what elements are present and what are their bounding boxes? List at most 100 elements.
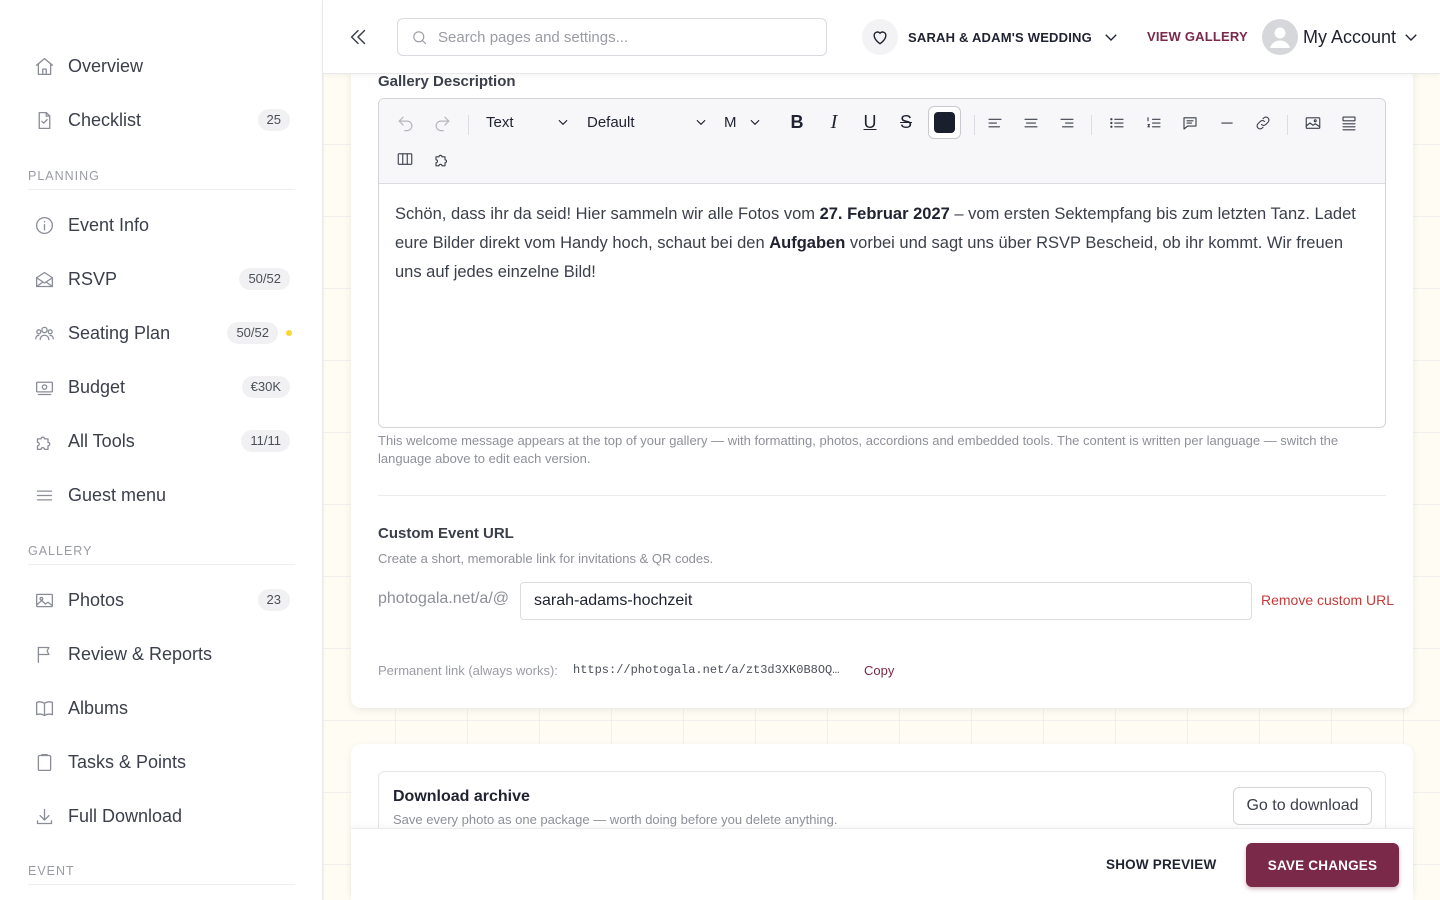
columns-icon	[397, 153, 413, 165]
puzzle-icon	[435, 154, 447, 167]
sidebar-item-label: Full Download	[68, 805, 183, 826]
editor-content[interactable]: Schön, dass ihr da seid! Hier sammeln wi…	[379, 184, 1385, 303]
sidebar-item-seating-plan[interactable]: Seating Plan 50/52	[28, 313, 292, 353]
sidebar-item-overview[interactable]: Overview	[28, 46, 290, 86]
action-bar: SHOW PREVIEW SAVE CHANGES	[351, 828, 1413, 900]
sidebar-item-label: Tasks & Points	[68, 751, 187, 772]
download-archive-subtitle: Save every photo as one package — worth …	[393, 812, 838, 827]
search-input[interactable]	[438, 28, 818, 46]
accordion-button[interactable]	[1337, 111, 1361, 135]
sidebar-item-full-download[interactable]: Full Download	[28, 796, 290, 836]
font-size-value: M	[724, 113, 737, 131]
count-badge: 25	[257, 109, 290, 131]
redo-button[interactable]	[430, 111, 454, 135]
home-icon	[28, 50, 60, 82]
underline-button[interactable]: U	[858, 110, 882, 134]
color-swatch	[934, 112, 955, 133]
image-icon	[28, 584, 60, 616]
section-heading-event: EVENT	[28, 864, 295, 885]
gallery-description-title: Gallery Description	[378, 73, 516, 90]
sidebar-item-photos[interactable]: Photos 23	[28, 580, 290, 620]
numbered-list-icon	[1147, 117, 1161, 128]
insert-image-button[interactable]	[1301, 111, 1325, 135]
count-badge: €30K	[241, 376, 290, 398]
font-family-select[interactable]: Default	[587, 111, 708, 133]
align-right-icon	[1060, 118, 1074, 128]
align-left-button[interactable]	[983, 111, 1007, 135]
sidebar-item-all-tools[interactable]: All Tools 11/11	[28, 421, 290, 461]
comment-button[interactable]	[1178, 111, 1202, 135]
rich-text-editor: Text Default M B I U S Schön, dass ihr d…	[378, 98, 1386, 428]
embed-tool-button[interactable]	[430, 147, 454, 171]
strikethrough-button[interactable]: S	[894, 110, 918, 134]
event-switcher[interactable]: SARAH & ADAM'S WEDDING	[862, 19, 1120, 55]
money-icon	[28, 371, 60, 403]
link-icon	[1256, 116, 1270, 130]
custom-url-subtitle: Create a short, memorable link for invit…	[378, 551, 714, 566]
sidebar-item-label: All Tools	[68, 430, 135, 451]
show-preview-button[interactable]: SHOW PREVIEW	[1106, 857, 1216, 872]
sidebar-item-label: Review & Reports	[68, 643, 213, 664]
sidebar-item-review-reports[interactable]: Review & Reports	[28, 634, 290, 674]
sidebar-item-rsvp[interactable]: RSVP 50/52	[28, 259, 290, 299]
envelope-icon	[28, 263, 60, 295]
copy-link-button[interactable]: Copy	[864, 663, 894, 678]
section-heading-planning: PLANNING	[28, 169, 295, 190]
chevron-down-icon	[1105, 34, 1117, 41]
remove-custom-url-link[interactable]: Remove custom URL	[1261, 592, 1394, 608]
custom-url-input[interactable]	[520, 582, 1252, 620]
section-heading-gallery: GALLERY	[28, 544, 295, 565]
download-archive-title: Download archive	[393, 788, 530, 805]
bold-button[interactable]: B	[785, 110, 809, 134]
custom-url-title: Custom Event URL	[378, 525, 514, 542]
sidebar-item-budget[interactable]: Budget €30K	[28, 367, 290, 407]
puzzle-icon	[28, 425, 60, 457]
bullet-list-button[interactable]	[1105, 111, 1129, 135]
align-left-icon	[988, 118, 1002, 128]
sidebar-item-guest-menu[interactable]: Guest menu	[28, 475, 290, 515]
columns-button[interactable]	[393, 147, 417, 171]
align-center-icon	[1024, 118, 1038, 128]
undo-button[interactable]	[393, 111, 417, 135]
gallery-settings-card: Gallery Description Text Default M B I U…	[351, 40, 1413, 708]
account-label: My Account	[1303, 26, 1397, 47]
sidebar: Overview Checklist 25 PLANNING Event Inf…	[0, 0, 323, 900]
save-changes-button[interactable]: SAVE CHANGES	[1246, 843, 1399, 887]
block-type-select[interactable]: Text	[486, 111, 570, 133]
content-text: Schön, dass ihr da seid! Hier sammeln wi…	[395, 205, 820, 223]
sidebar-item-label: RSVP	[68, 268, 118, 289]
comment-icon	[1183, 117, 1197, 130]
sidebar-item-checklist[interactable]: Checklist 25	[28, 100, 290, 140]
text-color-button[interactable]	[928, 106, 961, 139]
sidebar-item-event-info[interactable]: Event Info	[28, 205, 290, 245]
search-icon	[413, 30, 427, 44]
font-size-select[interactable]: M	[724, 111, 762, 133]
image-icon	[1305, 117, 1321, 129]
sidebar-item-tasks-points[interactable]: Tasks & Points	[28, 742, 290, 782]
view-gallery-link[interactable]: VIEW GALLERY	[1147, 29, 1248, 44]
sidebar-item-label: Seating Plan	[68, 322, 171, 343]
block-type-value: Text	[486, 113, 514, 131]
align-right-button[interactable]	[1055, 111, 1079, 135]
editor-toolbar: Text Default M B I U S	[379, 99, 1385, 184]
sidebar-item-albums[interactable]: Albums	[28, 688, 290, 728]
horizontal-rule-button[interactable]	[1215, 111, 1239, 135]
sidebar-item-label: Overview	[68, 55, 144, 76]
italic-button[interactable]: I	[822, 110, 846, 134]
status-dot	[286, 330, 292, 336]
link-button[interactable]	[1251, 111, 1275, 135]
undo-icon	[398, 116, 412, 131]
numbered-list-button[interactable]	[1142, 111, 1166, 135]
clipboard-icon	[28, 746, 60, 778]
align-center-button[interactable]	[1019, 111, 1043, 135]
account-menu[interactable]: My Account	[1262, 19, 1420, 55]
go-to-download-button[interactable]: Go to download	[1233, 787, 1372, 825]
count-badge: 50/52	[227, 322, 278, 344]
redo-icon	[435, 116, 449, 131]
sidebar-item-label: Checklist	[68, 109, 142, 130]
url-prefix: photogala.net/a/@	[378, 590, 510, 607]
bullet-list-icon	[1110, 118, 1124, 128]
search-box	[397, 18, 827, 56]
collapse-sidebar-button[interactable]	[345, 22, 371, 52]
count-badge: 11/11	[241, 430, 290, 452]
